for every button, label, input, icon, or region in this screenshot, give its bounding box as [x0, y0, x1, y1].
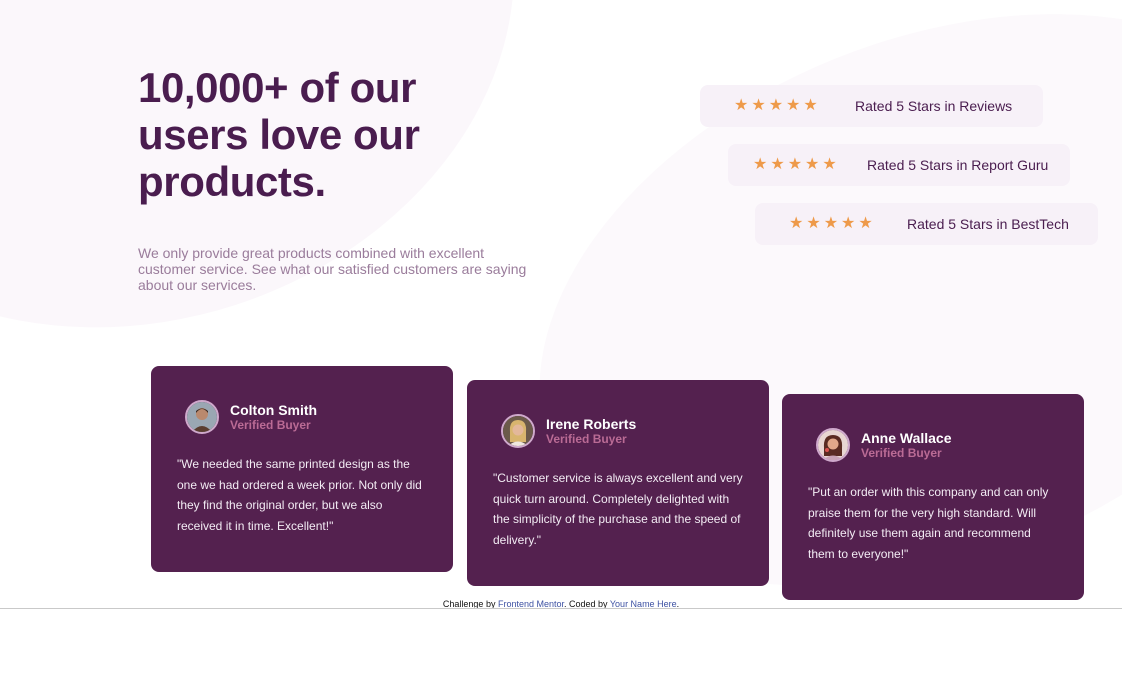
testimonial-card: Colton Smith Verified Buyer "We needed t… — [151, 366, 453, 572]
rating-reviews: ★ ★ ★ ★ ★ Rated 5 Stars in Reviews — [700, 85, 1043, 127]
star-icon: ★ — [805, 156, 820, 173]
hero-title: 10,000+ of our users love our products. — [138, 64, 528, 205]
star-icon: ★ — [786, 97, 801, 114]
person-avatar-icon — [503, 416, 533, 446]
star-icon: ★ — [858, 215, 873, 232]
divider — [0, 608, 1122, 609]
reviewer-name: Colton Smith — [230, 402, 318, 418]
rating-stars: ★ ★ ★ ★ ★ — [789, 216, 873, 232]
avatar — [816, 428, 850, 462]
star-icon: ★ — [823, 215, 839, 232]
testimonial-quote: "We needed the same printed design as th… — [177, 457, 422, 533]
testimonial-header: Colton Smith Verified Buyer — [185, 400, 317, 434]
hero-section: 10,000+ of our users love our products. … — [138, 64, 528, 293]
hero-title-line-2: users love our — [138, 111, 420, 158]
avatar — [501, 414, 535, 448]
testimonial-card: Irene Roberts Verified Buyer "Customer s… — [467, 380, 769, 586]
star-icon: ★ — [803, 97, 818, 114]
rating-label: Rated 5 Stars in Reviews — [855, 98, 1013, 114]
avatar — [185, 400, 219, 434]
hero-title-line-1: 10,000+ of our — [138, 64, 417, 111]
testimonial-card: Anne Wallace Verified Buyer "Put an orde… — [782, 394, 1084, 600]
reviewer-role: Verified Buyer — [546, 432, 627, 446]
person-avatar-icon — [818, 430, 848, 460]
testimonial-header: Anne Wallace Verified Buyer — [816, 428, 952, 462]
star-icon: ★ — [789, 215, 804, 232]
rating-label: Rated 5 Stars in Report Guru — [867, 157, 1049, 173]
star-icon: ★ — [753, 156, 768, 173]
reviewer-role: Verified Buyer — [230, 418, 311, 432]
hero-title-line-3: products. — [138, 158, 326, 205]
star-icon: ★ — [806, 215, 821, 232]
star-icon: ★ — [734, 97, 749, 114]
rating-stars: ★ ★ ★ ★ ★ — [734, 98, 818, 114]
rating-besttech: ★ ★ ★ ★ ★ Rated 5 Stars in BestTech — [755, 203, 1098, 245]
rating-report-guru: ★ ★ ★ ★ ★ Rated 5 Stars in Report Guru — [728, 144, 1070, 186]
reviewer-role: Verified Buyer — [861, 446, 942, 460]
rating-label: Rated 5 Stars in BestTech — [907, 216, 1069, 232]
reviewer-name: Anne Wallace — [861, 430, 952, 446]
star-icon: ★ — [768, 97, 784, 114]
rating-stars: ★ ★ ★ ★ ★ — [753, 157, 837, 173]
star-icon: ★ — [841, 215, 856, 232]
reviewer-name: Irene Roberts — [546, 416, 637, 432]
star-icon: ★ — [751, 97, 766, 114]
testimonial-quote: "Customer service is always excellent an… — [493, 471, 743, 547]
hero-description: We only provide great products combined … — [138, 245, 527, 293]
star-icon: ★ — [787, 156, 803, 173]
testimonial-header: Irene Roberts Verified Buyer — [501, 414, 636, 448]
star-icon: ★ — [822, 156, 837, 173]
person-avatar-icon — [187, 402, 217, 432]
star-icon: ★ — [770, 156, 785, 173]
testimonial-quote: "Put an order with this company and can … — [808, 485, 1049, 561]
